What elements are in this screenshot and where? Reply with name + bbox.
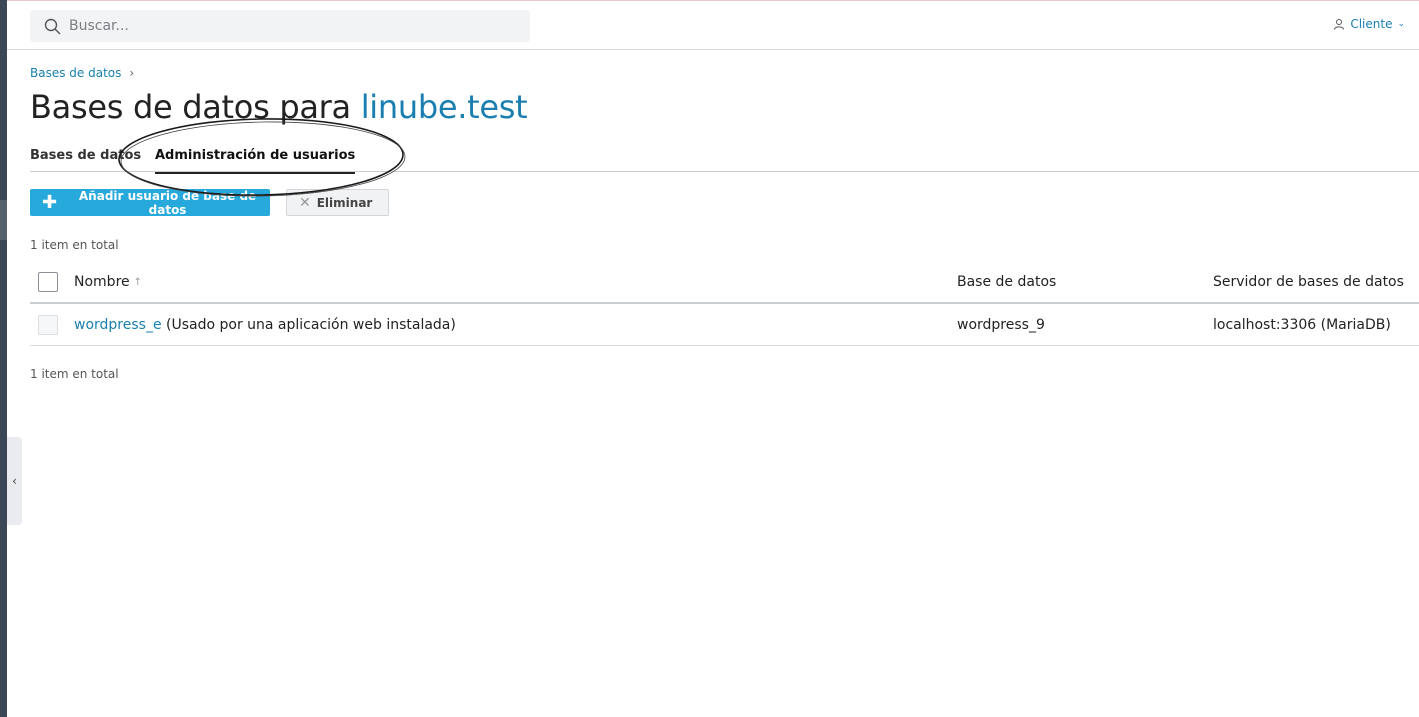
chevron-left-icon: ‹	[12, 474, 17, 488]
column-database-label: Base de datos	[957, 274, 1057, 290]
page-title-prefix: Bases de datos para	[30, 88, 361, 126]
table-row: wordpress_e (Usado por una aplicación we…	[30, 304, 1419, 346]
tab-bar: Bases de datos Administración de usuario…	[30, 148, 1419, 174]
tab-databases-label: Bases de datos	[30, 148, 142, 163]
server-cell: localhost:3306 (MariaDB)	[1213, 316, 1391, 333]
page-title: Bases de datos para linube.test	[30, 88, 528, 126]
tab-user-management[interactable]: Administración de usuarios	[155, 148, 356, 174]
delete-button[interactable]: ✕ Eliminar	[286, 189, 389, 216]
active-tab-indicator	[155, 172, 356, 174]
search-input[interactable]	[69, 18, 509, 34]
row-checkbox	[38, 314, 58, 335]
left-sidebar-strip	[0, 0, 7, 717]
breadcrumb-link[interactable]: Bases de datos	[30, 66, 121, 80]
column-server-header[interactable]: Servidor de bases de datos	[1213, 262, 1404, 302]
user-name-link[interactable]: wordpress_e	[74, 317, 162, 333]
user-menu-label: Cliente	[1350, 17, 1393, 31]
user-menu[interactable]: Cliente ⌄	[1333, 17, 1405, 31]
tab-databases[interactable]: Bases de datos	[30, 148, 141, 172]
table-header-row: Nombre ↑ Base de datos Servidor de bases …	[30, 262, 1419, 304]
tab-user-management-label: Administración de usuarios	[155, 148, 356, 163]
sidebar-active-segment	[0, 200, 7, 240]
delete-button-label: Eliminar	[316, 195, 373, 210]
column-database-header[interactable]: Base de datos	[957, 262, 1056, 302]
close-icon: ✕	[299, 194, 311, 211]
items-total-top: 1 item en total	[30, 238, 119, 252]
column-server-label: Servidor de bases de datos	[1213, 274, 1404, 290]
user-icon	[1334, 19, 1345, 30]
user-name-note: (Usado por una aplicación web instalada)	[161, 316, 456, 333]
add-database-user-label: Añadir usuario de base de datos	[78, 188, 257, 217]
users-table: Nombre ↑ Base de datos Servidor de bases …	[30, 262, 1419, 346]
column-name-label: Nombre	[74, 274, 130, 290]
sort-arrow-up-icon: ↑	[133, 276, 143, 288]
search-icon	[44, 18, 61, 34]
chevron-down-icon: ⌄	[1397, 19, 1405, 29]
plus-icon: ✚	[42, 191, 58, 213]
add-database-user-button[interactable]: ✚ Añadir usuario de base de datos	[30, 188, 270, 217]
user-name-cell: wordpress_e (Usado por una aplicación we…	[74, 304, 456, 345]
chevron-right-icon: ›	[129, 66, 135, 80]
select-all-checkbox[interactable]	[38, 272, 58, 292]
sidebar-collapse-handle[interactable]: ‹	[7, 437, 22, 525]
items-total-bottom: 1 item en total	[30, 367, 119, 381]
page-title-domain[interactable]: linube.test	[361, 88, 528, 126]
breadcrumb: Bases de datos ›	[30, 66, 134, 80]
toolbar: ✚ Añadir usuario de base de datos ✕ Elim…	[30, 188, 389, 217]
search-box[interactable]	[30, 10, 530, 42]
top-bar: Cliente ⌄	[7, 0, 1419, 50]
database-cell: wordpress_9	[957, 316, 1045, 333]
column-name-header[interactable]: Nombre ↑	[74, 262, 142, 302]
